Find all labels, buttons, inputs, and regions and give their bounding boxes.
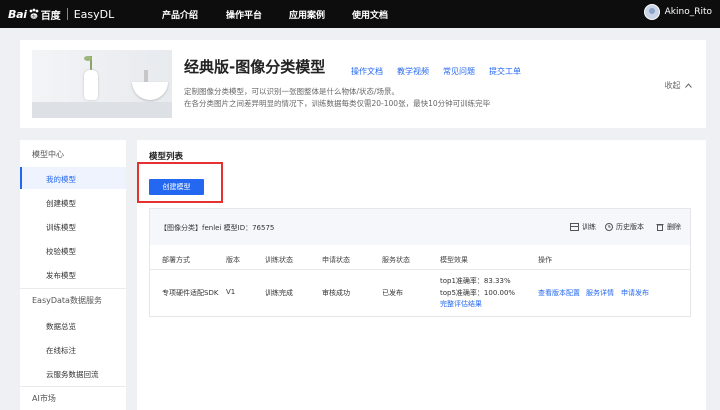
train-icon: [570, 223, 579, 231]
cell-top5: top5准确率：100.00%: [440, 289, 516, 297]
main-content: 模型列表 创建模型 【图像分类】fenlei 模型ID：76575 训练 历史版…: [137, 140, 706, 410]
link-service-detail[interactable]: 服务详情: [586, 288, 614, 298]
sidebar-item-data-overview[interactable]: 数据总览: [46, 321, 76, 332]
link-videos[interactable]: 教学视频: [397, 66, 429, 77]
paw-icon: du: [29, 8, 39, 19]
link-full-evaluation[interactable]: 完整评估结果: [440, 299, 482, 309]
svg-text:du: du: [31, 14, 37, 19]
user-menu[interactable]: Akino_Rito: [643, 4, 712, 20]
sidebar-item-publish-model[interactable]: 发布模型: [46, 270, 76, 281]
cell-top1: top1准确率：83.33%: [440, 277, 511, 285]
sidebar-item-create-model[interactable]: 创建模型: [46, 198, 76, 209]
model-list-title: 模型列表: [149, 152, 184, 162]
hero-leaf: [84, 56, 92, 61]
header-desc-2: 在各分类图片之间差异明显的情况下，训练数据每类仅需20-100张，最快10分钟可…: [184, 99, 491, 108]
collapse-label: 收起: [664, 81, 681, 90]
sidebar: 模型中心 我的模型 创建模型 训练模型 校验模型 发布模型 EasyData数据…: [20, 140, 126, 410]
hero-image: [32, 50, 172, 118]
trash-icon: [656, 224, 664, 231]
history-action[interactable]: 历史版本: [605, 222, 644, 232]
nav-product-intro[interactable]: 产品介绍: [162, 8, 198, 21]
sidebar-group-model-center: 模型中心: [32, 150, 64, 159]
link-docs[interactable]: 操作文档: [351, 66, 383, 77]
link-ticket[interactable]: 提交工单: [489, 66, 521, 77]
col-apply-status: 申请状态: [322, 256, 350, 264]
user-name: Akino_Rito: [664, 7, 712, 17]
model-card-title: 【图像分类】fenlei 模型ID：76575: [160, 224, 275, 232]
table-header-divider: [150, 269, 690, 270]
sidebar-item-train-model[interactable]: 训练模型: [46, 222, 76, 233]
col-deploy: 部署方式: [162, 256, 190, 264]
train-action-label: 训练: [582, 223, 596, 231]
sidebar-item-data-backflow[interactable]: 云服务数据回流: [46, 369, 99, 380]
model-type-header: 经典版-图像分类模型 操作文档 教学视频 常见问题 提交工单 定制图像分类模型，…: [20, 40, 706, 128]
link-version-config[interactable]: 查看版本配置: [538, 288, 580, 298]
col-service-status: 服务状态: [382, 256, 410, 264]
col-effect: 模型效果: [440, 256, 468, 264]
sidebar-item-online-labeling[interactable]: 在线标注: [46, 345, 76, 356]
baidu-logo[interactable]: Bai du 百度 EasyDL: [8, 6, 114, 22]
logo-du-text: 百度: [40, 10, 61, 22]
cell-train-status: 训练完成: [265, 289, 293, 297]
chevron-up-icon: [685, 83, 692, 88]
nav-docs[interactable]: 使用文档: [352, 8, 388, 21]
top-nav-bar: Bai du 百度 EasyDL 产品介绍 操作平台 应用案例 使用文档 Aki…: [0, 0, 720, 28]
collapse-button[interactable]: 收起: [664, 80, 692, 91]
hero-shelf: [32, 102, 172, 118]
cell-apply-status: 审核成功: [322, 289, 350, 297]
header-desc-1: 定制图像分类模型，可以识别一张图整体是什么物体/状态/场景。: [184, 87, 400, 96]
sidebar-divider: [20, 288, 126, 289]
link-faq[interactable]: 常见问题: [443, 66, 475, 77]
hero-sink: [132, 82, 168, 100]
delete-action[interactable]: 删除: [656, 222, 681, 232]
sidebar-item-validate-model[interactable]: 校验模型: [46, 246, 76, 257]
logo-divider: [66, 8, 68, 20]
link-apply-publish[interactable]: 申请发布: [621, 288, 649, 298]
logo-bai-text: Bai: [8, 7, 27, 21]
train-action[interactable]: 训练: [570, 222, 596, 232]
hero-vase: [84, 70, 98, 100]
cell-version: V1: [226, 288, 236, 296]
product-name: EasyDL: [73, 7, 115, 21]
sidebar-divider-2: [20, 386, 126, 387]
sidebar-group-ai-market: AI市场: [32, 394, 56, 403]
page-title: 经典版-图像分类模型: [184, 58, 326, 76]
create-model-button[interactable]: 创建模型: [149, 179, 204, 195]
col-version: 版本: [226, 256, 240, 264]
clock-icon: [605, 223, 613, 231]
nav-platform[interactable]: 操作平台: [226, 8, 262, 21]
sidebar-item-my-models[interactable]: 我的模型: [46, 174, 76, 185]
cell-deploy: 专项硬件适配SDK: [162, 289, 219, 297]
col-train-status: 训练状态: [265, 256, 293, 264]
nav-cases[interactable]: 应用案例: [289, 8, 325, 21]
model-card: 【图像分类】fenlei 模型ID：76575 训练 历史版本 删除 部署方式 …: [149, 208, 691, 317]
sidebar-group-easydata: EasyData数据服务: [32, 296, 102, 305]
delete-action-label: 删除: [667, 223, 681, 231]
avatar: [643, 4, 660, 20]
cell-service-status: 已发布: [382, 289, 403, 297]
history-action-label: 历史版本: [616, 223, 644, 231]
col-ops: 操作: [538, 256, 552, 264]
